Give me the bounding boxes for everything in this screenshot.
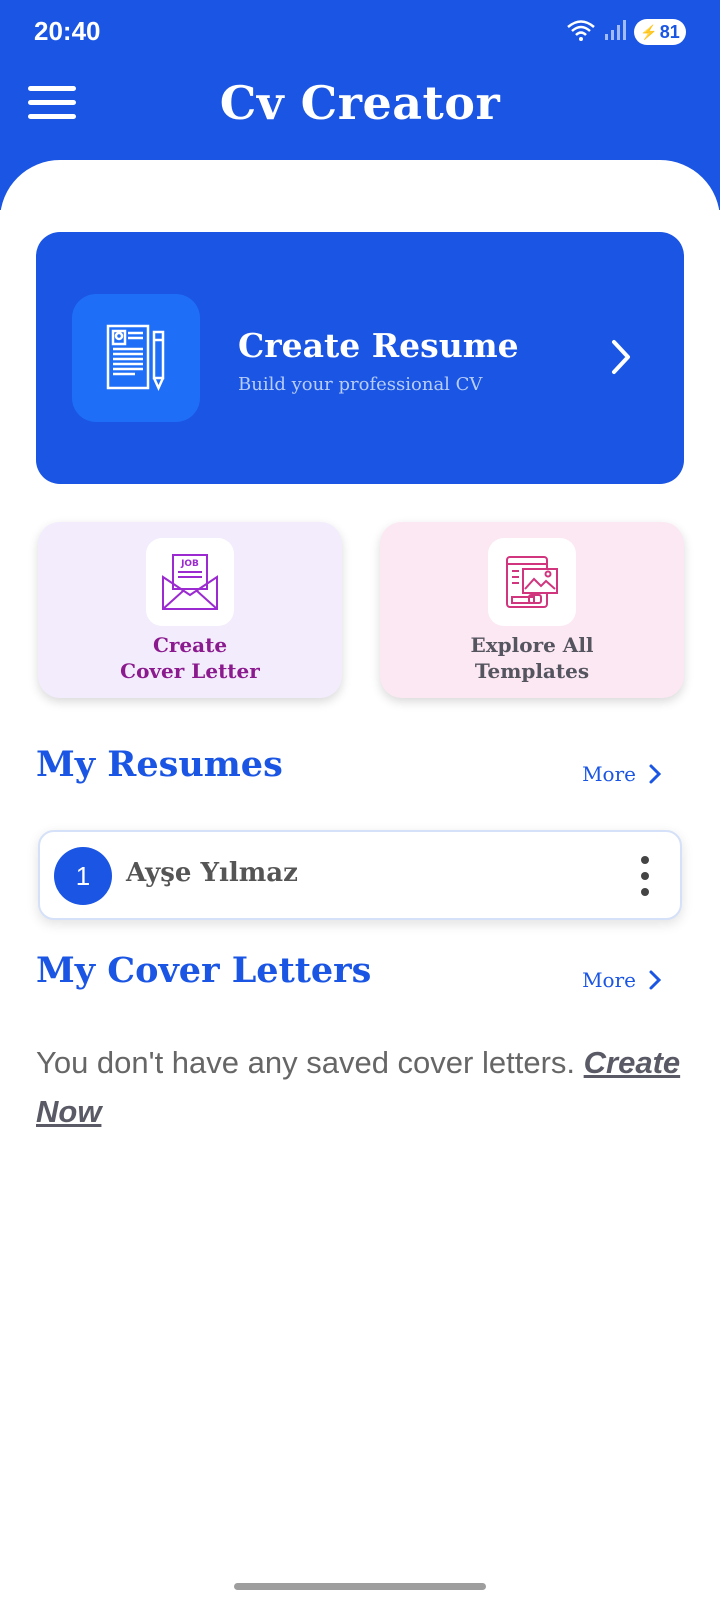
templates-icon: [488, 538, 576, 626]
status-icons: ⚡ 81: [566, 18, 686, 46]
create-cover-letter-card[interactable]: JOB Create Cover Letter: [38, 522, 342, 698]
resume-icon: [72, 294, 200, 422]
chevron-right-icon: [600, 332, 640, 382]
charging-icon: ⚡: [640, 23, 658, 40]
templates-label-line2: Templates: [474, 659, 590, 683]
cover-letter-label-line2: Cover Letter: [120, 659, 260, 683]
resume-index-badge: 1: [54, 847, 112, 905]
create-resume-card[interactable]: Create Resume Build your professional CV: [36, 232, 684, 484]
resume-name: Ayşe Yılmaz: [126, 858, 298, 888]
my-resumes-title: My Resumes: [36, 744, 283, 785]
battery-indicator: ⚡ 81: [634, 19, 686, 45]
signal-icon: [604, 19, 626, 45]
cover-letter-label-line1: Create: [152, 633, 228, 657]
cover-letters-more-link[interactable]: More: [582, 968, 662, 992]
resumes-more-label: More: [582, 762, 636, 786]
battery-level: 81: [659, 21, 680, 42]
chevron-right-icon: [649, 970, 662, 990]
status-time: 20:40: [34, 16, 101, 46]
create-cover-letter-label: Create Cover Letter: [38, 632, 342, 684]
job-badge-text: JOB: [180, 559, 199, 569]
empty-cover-letters-text: You don't have any saved cover letters.: [36, 1045, 576, 1080]
app-title: Cv Creator: [219, 76, 501, 130]
my-cover-letters-title: My Cover Letters: [36, 950, 372, 991]
empty-cover-letters-message: You don't have any saved cover letters. …: [36, 1038, 686, 1136]
chevron-right-icon: [649, 764, 662, 784]
templates-label-line1: Explore All: [470, 633, 594, 657]
explore-templates-label: Explore All Templates: [380, 632, 684, 684]
resumes-more-link[interactable]: More: [582, 762, 662, 786]
more-options-icon[interactable]: [638, 856, 652, 896]
wifi-icon: [566, 18, 596, 46]
create-resume-subtitle: Build your professional CV: [238, 374, 483, 395]
job-envelope-icon: JOB: [146, 538, 234, 626]
resume-list-item[interactable]: 1 Ayşe Yılmaz: [38, 830, 682, 920]
home-indicator[interactable]: [234, 1583, 486, 1590]
explore-templates-card[interactable]: Explore All Templates: [380, 522, 684, 698]
create-resume-title: Create Resume: [238, 326, 519, 365]
cover-letters-more-label: More: [582, 968, 636, 992]
